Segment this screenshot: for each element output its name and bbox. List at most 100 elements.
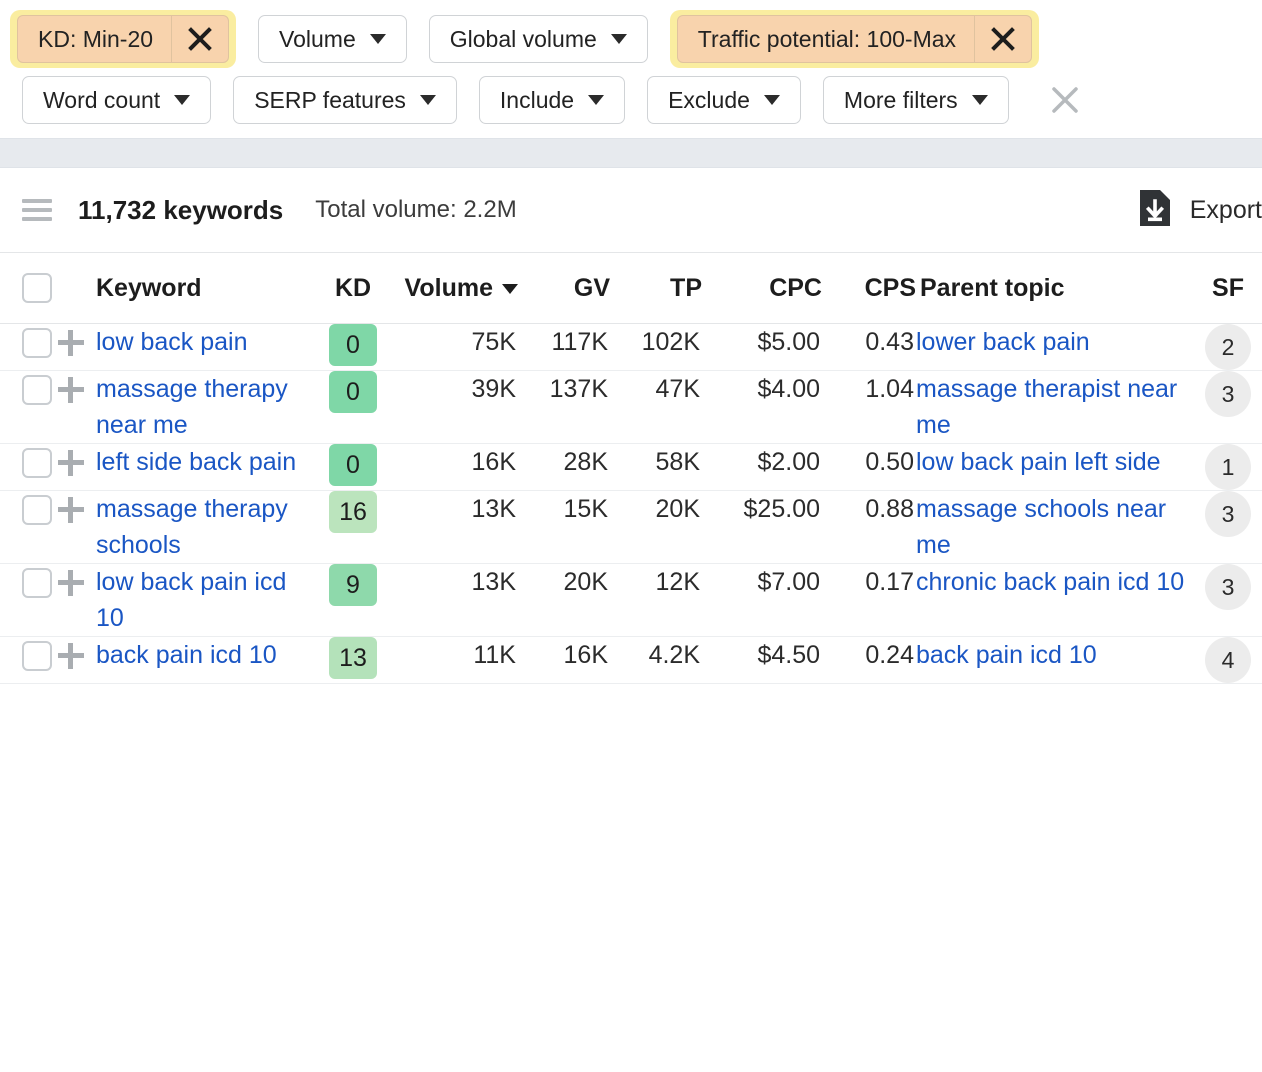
filter-global-volume[interactable]: Global volume	[429, 15, 648, 63]
sf-badge: 3	[1205, 491, 1251, 537]
tp-value: 47K	[610, 371, 702, 409]
parent-topic-link[interactable]: back pain icd 10	[916, 637, 1097, 673]
tp-cell: 102K	[610, 324, 702, 371]
volume-cell: 39K	[386, 371, 518, 444]
header-sf[interactable]: SF	[1194, 253, 1262, 324]
gv-value: 15K	[518, 491, 610, 529]
header-parent-topic[interactable]: Parent topic	[916, 253, 1194, 324]
filter-include[interactable]: Include	[479, 76, 625, 124]
filter-word-count-label: Word count	[43, 87, 160, 114]
row-checkbox[interactable]	[22, 375, 52, 405]
select-all-checkbox[interactable]	[22, 273, 52, 303]
parent-topic-link[interactable]: massage therapist near me	[916, 371, 1194, 443]
row-checkbox[interactable]	[22, 568, 52, 598]
cpc-cell: $5.00	[702, 324, 822, 371]
kd-badge: 13	[329, 637, 377, 679]
row-checkbox[interactable]	[22, 448, 52, 478]
header-tp[interactable]: TP	[610, 253, 702, 324]
keyword-link[interactable]: massage therapy schools	[96, 491, 320, 563]
add-keyword-icon[interactable]	[58, 377, 84, 403]
clear-all-filters-icon[interactable]	[1045, 80, 1085, 120]
filter-kd-remove-icon[interactable]	[171, 16, 228, 62]
header-cpc[interactable]: CPC	[702, 253, 822, 324]
filter-serp-features[interactable]: SERP features	[233, 76, 457, 124]
kd-cell: 16	[320, 491, 386, 564]
filter-word-count[interactable]: Word count	[22, 76, 211, 124]
gv-value: 20K	[518, 564, 610, 602]
add-keyword-icon[interactable]	[58, 330, 84, 356]
sort-desc-icon	[502, 284, 518, 294]
cps-value: 1.04	[822, 371, 916, 409]
export-button[interactable]: Export	[1138, 188, 1262, 233]
row-select-cell	[0, 371, 58, 444]
add-keyword-icon[interactable]	[58, 497, 84, 523]
cps-cell: 0.24	[822, 637, 916, 684]
add-keyword-icon[interactable]	[58, 450, 84, 476]
parent-topic-link[interactable]: low back pain left side	[916, 444, 1161, 480]
cpc-value: $25.00	[702, 491, 822, 529]
parent-topic-link[interactable]: chronic back pain icd 10	[916, 564, 1184, 600]
table-row: low back pain icd 10913K20K12K$7.000.17c…	[0, 564, 1262, 637]
keyword-link[interactable]: low back pain icd 10	[96, 564, 320, 636]
tp-value: 20K	[610, 491, 702, 529]
cps-cell: 0.50	[822, 444, 916, 491]
filter-global-volume-label: Global volume	[450, 26, 597, 53]
table-row: massage therapy schools1613K15K20K$25.00…	[0, 491, 1262, 564]
row-expand-cell	[58, 564, 96, 637]
add-keyword-icon[interactable]	[58, 643, 84, 669]
keyword-link[interactable]: back pain icd 10	[96, 637, 277, 673]
row-checkbox[interactable]	[22, 328, 52, 358]
filter-traffic-potential[interactable]: Traffic potential: 100-Max	[670, 10, 1039, 68]
keyword-link[interactable]: massage therapy near me	[96, 371, 320, 443]
sf-badge: 4	[1205, 637, 1251, 683]
parent-topic-cell: massage therapist near me	[916, 371, 1194, 444]
parent-topic-link[interactable]: lower back pain	[916, 324, 1090, 360]
sf-cell: 4	[1194, 637, 1262, 684]
cps-cell: 0.17	[822, 564, 916, 637]
row-checkbox[interactable]	[22, 495, 52, 525]
filter-bar: KD: Min-20 Volume Global volume Traffic …	[0, 0, 1262, 130]
keywords-table: Keyword KD Volume GV TP CPC CPS Parent t…	[0, 253, 1262, 684]
header-gv[interactable]: GV	[518, 253, 610, 324]
filter-traffic-potential-remove-icon[interactable]	[974, 16, 1031, 62]
volume-cell: 75K	[386, 324, 518, 371]
row-select-cell	[0, 444, 58, 491]
header-cps[interactable]: CPS	[822, 253, 916, 324]
filter-include-label: Include	[500, 87, 574, 114]
gv-value: 28K	[518, 444, 610, 482]
kd-badge: 0	[329, 444, 377, 486]
keyword-cell: massage therapy near me	[96, 371, 320, 444]
header-kd[interactable]: KD	[320, 253, 386, 324]
hamburger-icon[interactable]	[22, 194, 52, 226]
keyword-link[interactable]: low back pain	[96, 324, 247, 360]
row-select-cell	[0, 564, 58, 637]
sf-badge: 1	[1205, 444, 1251, 490]
table-header-row: Keyword KD Volume GV TP CPC CPS Parent t…	[0, 253, 1262, 324]
filter-exclude[interactable]: Exclude	[647, 76, 801, 124]
keyword-link[interactable]: left side back pain	[96, 444, 296, 480]
sf-badge: 2	[1205, 324, 1251, 370]
cps-value: 0.88	[822, 491, 916, 529]
kd-badge: 0	[329, 324, 377, 366]
filter-volume[interactable]: Volume	[258, 15, 407, 63]
cps-value: 0.24	[822, 637, 916, 675]
filter-kd[interactable]: KD: Min-20	[10, 10, 236, 68]
header-volume[interactable]: Volume	[386, 253, 518, 324]
header-keyword[interactable]: Keyword	[96, 253, 320, 324]
kd-cell: 9	[320, 564, 386, 637]
parent-topic-cell: massage schools near me	[916, 491, 1194, 564]
volume-value: 11K	[386, 637, 518, 675]
cps-cell: 1.04	[822, 371, 916, 444]
add-keyword-icon[interactable]	[58, 570, 84, 596]
table-row: back pain icd 101311K16K4.2K$4.500.24bac…	[0, 637, 1262, 684]
tp-value: 102K	[610, 324, 702, 362]
toolbar-right: Export	[1138, 188, 1262, 233]
parent-topic-cell: lower back pain	[916, 324, 1194, 371]
parent-topic-link[interactable]: massage schools near me	[916, 491, 1194, 563]
row-checkbox[interactable]	[22, 641, 52, 671]
keyword-cell: low back pain icd 10	[96, 564, 320, 637]
chevron-down-icon	[420, 95, 436, 105]
cpc-cell: $2.00	[702, 444, 822, 491]
row-expand-cell	[58, 444, 96, 491]
filter-more-filters[interactable]: More filters	[823, 76, 1009, 124]
